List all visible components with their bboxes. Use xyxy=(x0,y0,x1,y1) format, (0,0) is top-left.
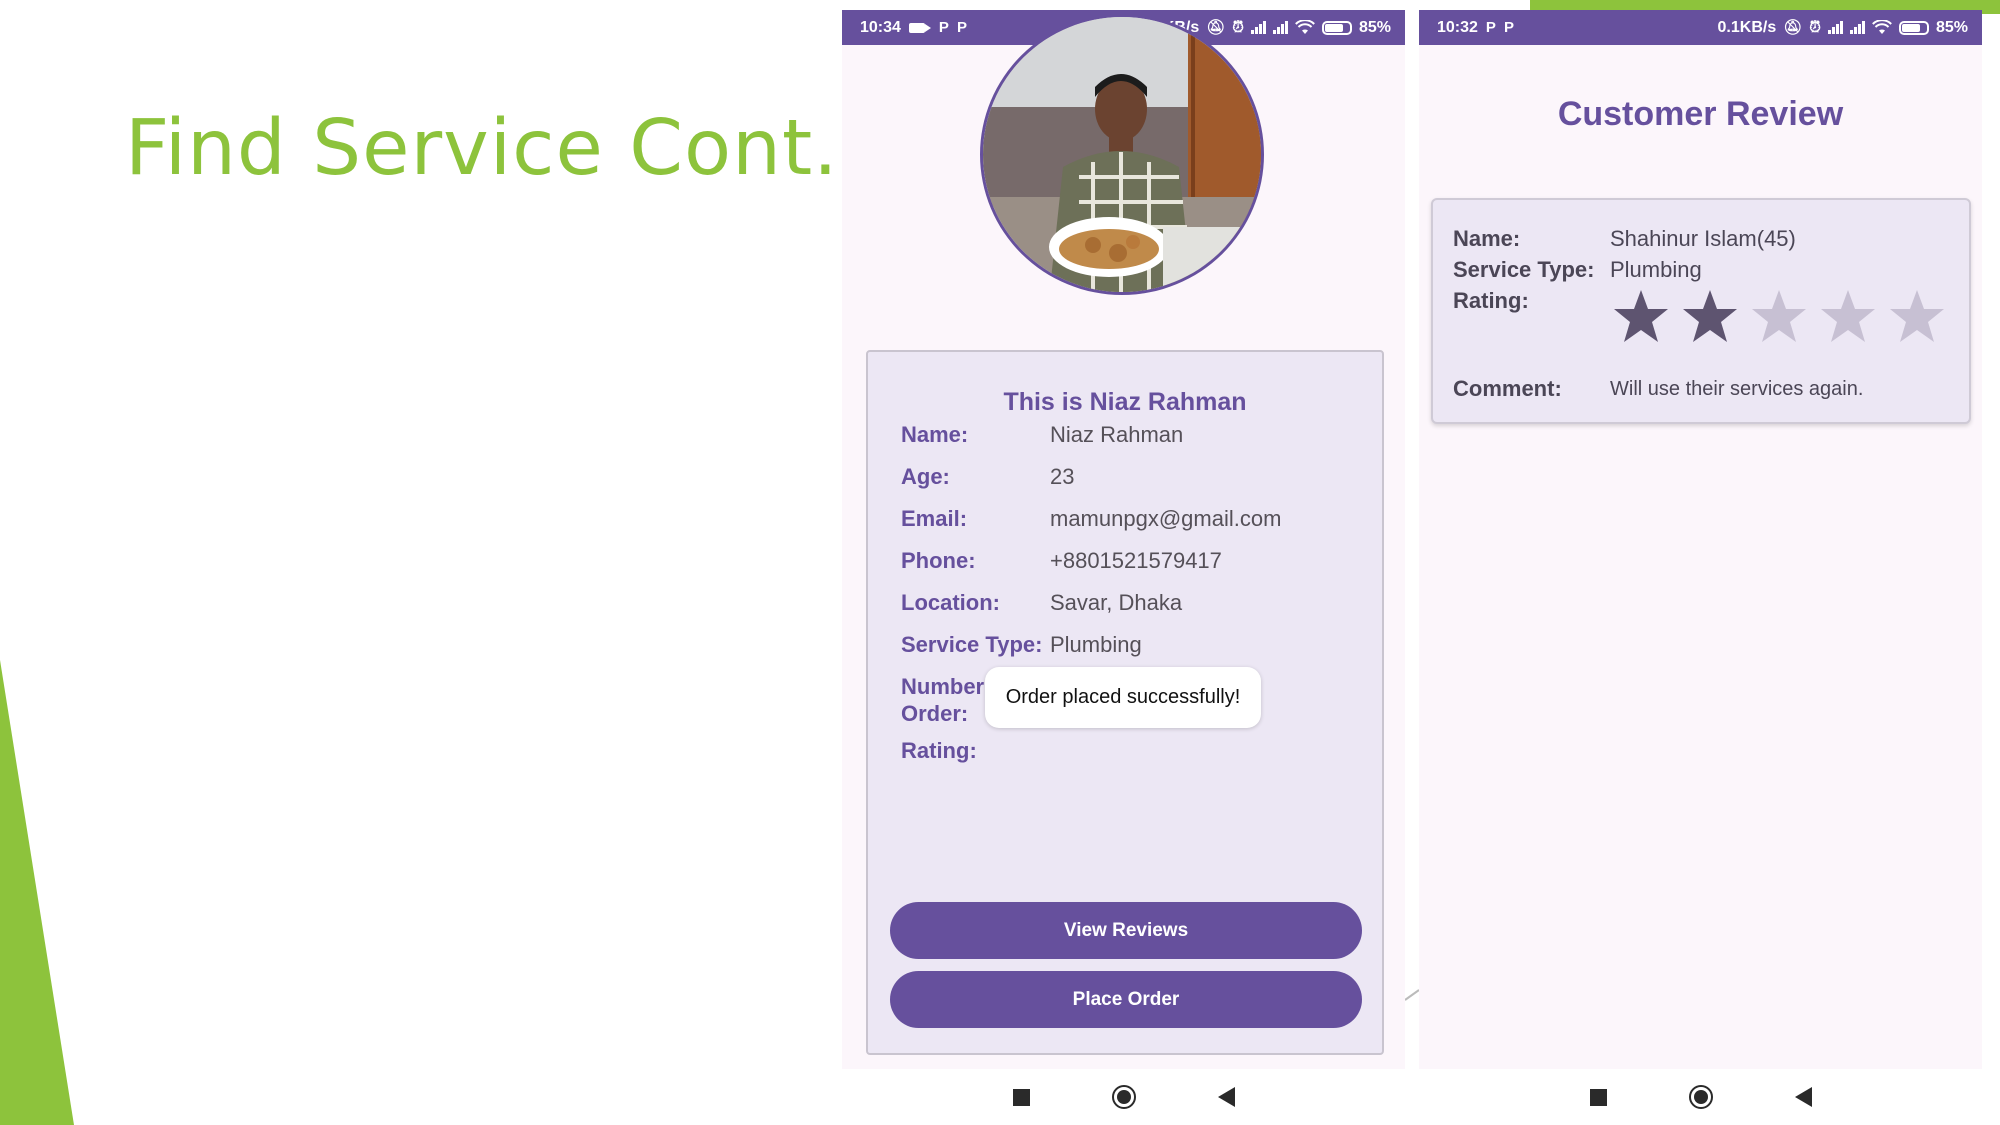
navigation-bar xyxy=(1419,1069,1982,1125)
slide-title: Find Service Cont. xyxy=(125,104,839,193)
home-icon[interactable] xyxy=(1111,1085,1136,1109)
age-value: 23 xyxy=(1050,464,1075,489)
profile-photo xyxy=(983,17,1261,292)
name-label: Name: xyxy=(901,422,969,447)
parking-icon: P xyxy=(956,19,967,36)
phone-label: Phone: xyxy=(901,548,976,573)
review-card: Name: Shahinur Islam(45) Service Type: P… xyxy=(1431,198,1971,424)
wifi-icon xyxy=(1872,20,1892,34)
reviewer-name-value: Shahinur Islam(45) xyxy=(1610,226,1796,251)
battery-level: 85% xyxy=(1935,18,1968,36)
alarm-icon: ⏰︎ xyxy=(1232,19,1244,36)
parking-icon: P xyxy=(1503,19,1514,36)
recents-icon[interactable] xyxy=(1589,1088,1607,1106)
review-comment-value: Will use their services again. xyxy=(1610,378,1864,400)
status-time: 10:32 xyxy=(1437,18,1478,36)
rating-stars xyxy=(1612,288,1946,346)
reviewer-name-label: Name: xyxy=(1453,226,1521,251)
service-type-value: Plumbing xyxy=(1050,632,1142,657)
phone-value: +8801521579417 xyxy=(1050,548,1222,573)
battery-level: 85% xyxy=(1358,18,1391,36)
network-speed: 0.1KB/s xyxy=(1717,18,1777,36)
review-rating-label: Rating: xyxy=(1453,288,1529,313)
back-icon[interactable] xyxy=(1794,1087,1812,1107)
parking-icon: P xyxy=(1485,19,1496,36)
email-value: mamunpgx@gmail.com xyxy=(1050,506,1282,531)
rating-label: Rating: xyxy=(901,738,977,763)
age-label: Age: xyxy=(901,464,950,489)
place-order-button[interactable]: Place Order xyxy=(890,971,1362,1028)
phone-screen-review: 10:32 P P 0.1KB/s 🔕︎ ⏰︎ 85% Customer Rev… xyxy=(1419,10,1982,1125)
star-filled-icon[interactable] xyxy=(1681,288,1739,346)
home-icon[interactable] xyxy=(1688,1085,1713,1109)
review-service-value: Plumbing xyxy=(1610,257,1702,282)
back-icon[interactable] xyxy=(1217,1087,1235,1107)
star-empty-icon[interactable] xyxy=(1750,288,1808,346)
phone-screen-profile: 10:34 P P 0.1KB/s 🔕︎ ⏰︎ 85% xyxy=(842,10,1405,1125)
recents-icon[interactable] xyxy=(1012,1088,1030,1106)
star-empty-icon[interactable] xyxy=(1819,288,1877,346)
alarm-icon: ⏰︎ xyxy=(1809,19,1821,36)
signal-icon xyxy=(1250,21,1266,34)
signal-icon xyxy=(1849,21,1865,34)
status-time: 10:34 xyxy=(860,18,901,36)
location-value: Savar, Dhaka xyxy=(1050,590,1183,615)
wifi-icon xyxy=(1295,20,1315,34)
service-type-label: Service Type: xyxy=(901,632,1043,657)
video-camera-icon xyxy=(908,22,931,33)
battery-icon xyxy=(1898,20,1929,35)
review-page-title: Customer Review xyxy=(1557,95,1844,133)
location-label: Location: xyxy=(901,590,1000,615)
name-value: Niaz Rahman xyxy=(1050,422,1184,447)
navigation-bar xyxy=(842,1069,1405,1125)
battery-icon xyxy=(1321,20,1352,35)
signal-icon xyxy=(1827,21,1843,34)
star-empty-icon[interactable] xyxy=(1888,288,1946,346)
profile-card-title: This is Niaz Rahman xyxy=(1003,388,1247,416)
review-comment-label: Comment: xyxy=(1453,376,1562,401)
view-reviews-button[interactable]: View Reviews xyxy=(890,902,1362,959)
star-filled-icon[interactable] xyxy=(1612,288,1670,346)
mute-icon: 🔕︎ xyxy=(1206,19,1226,36)
email-label: Email: xyxy=(901,506,968,531)
review-service-label: Service Type: xyxy=(1453,257,1595,282)
status-bar: 10:32 P P 0.1KB/s 🔕︎ ⏰︎ 85% xyxy=(1419,10,1982,45)
order-success-toast: Order placed successfully! xyxy=(985,667,1261,728)
profile-avatar xyxy=(980,14,1264,295)
parking-icon: P xyxy=(938,19,949,36)
signal-icon xyxy=(1272,21,1288,34)
mute-icon: 🔕︎ xyxy=(1783,19,1803,36)
